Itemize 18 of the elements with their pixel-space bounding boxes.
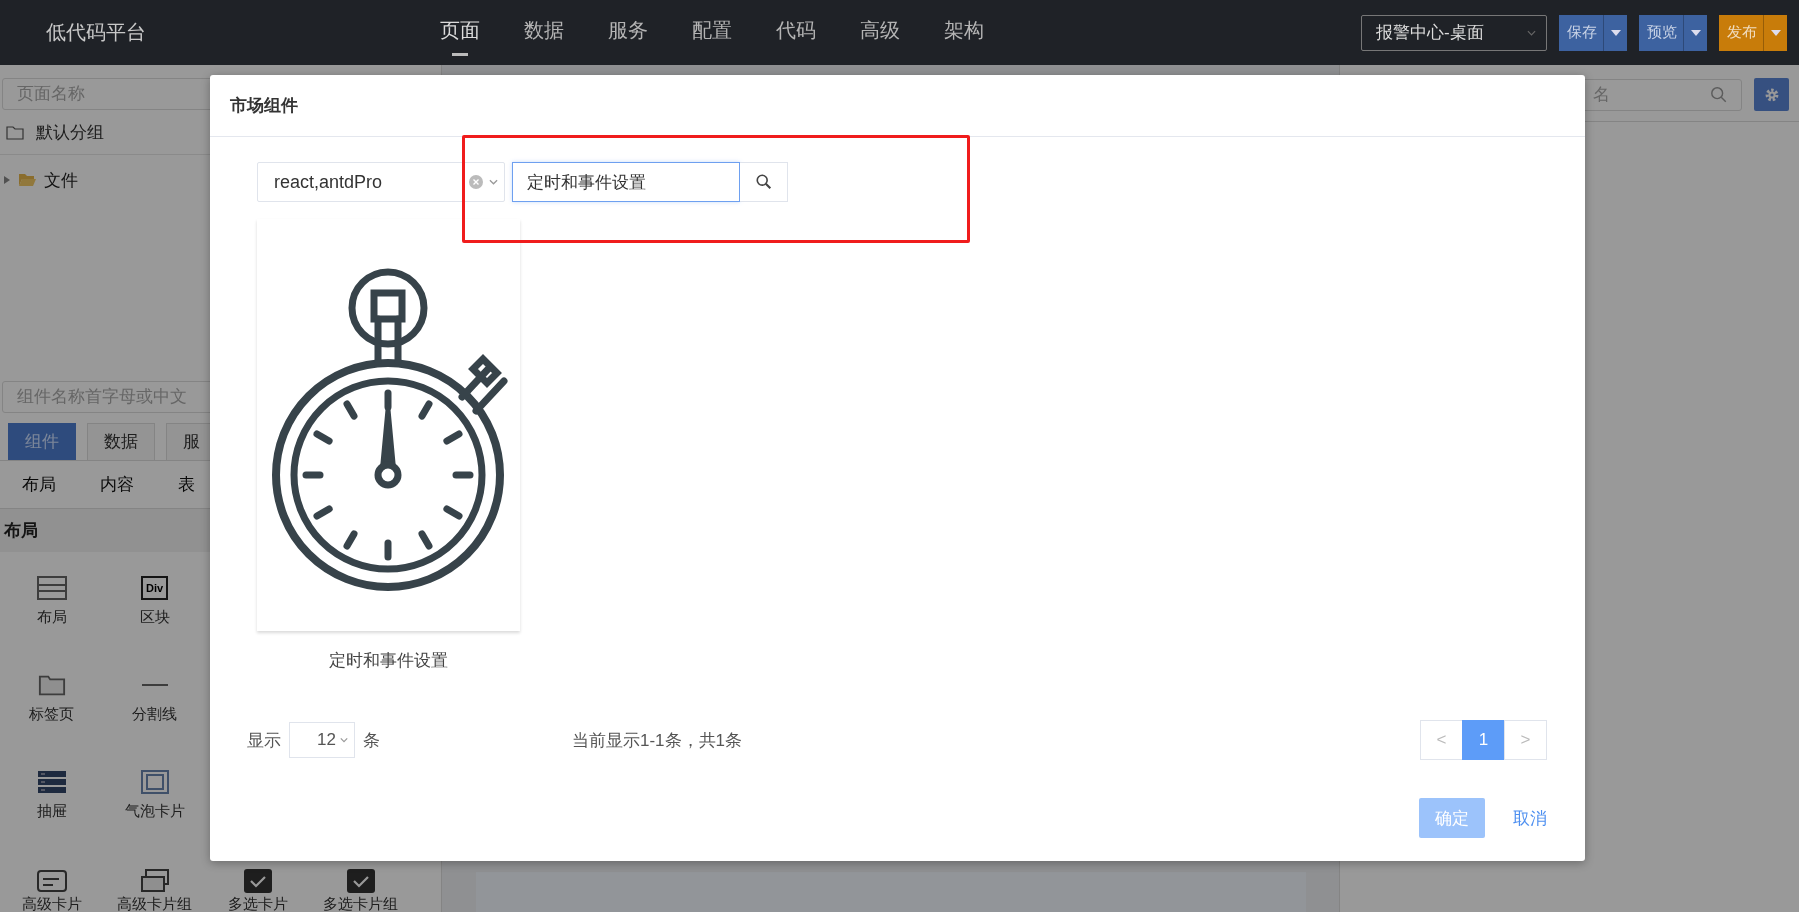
page-size-unit: 条 — [363, 729, 380, 752]
component-label: 高级卡片组 — [117, 895, 192, 912]
page-size-label: 显示 — [247, 729, 281, 752]
result-summary: 当前显示1-1条，共1条 — [572, 729, 744, 752]
component-label: 分割线 — [132, 705, 177, 724]
card-title: 定时和事件设置 — [329, 650, 448, 672]
component-label: 高级卡片 — [21, 895, 82, 912]
dialog-title: 市场组件 — [230, 95, 298, 117]
div-icon: Div — [140, 576, 169, 600]
component-label: 多选卡片 — [227, 895, 288, 912]
app-title: 低代码平台 — [46, 20, 147, 45]
component-label: 布局 — [36, 608, 67, 627]
component-label: 抽屉 — [36, 802, 67, 821]
group-label: 默认分组 — [36, 122, 104, 145]
component-label: 标签页 — [29, 705, 74, 724]
component-label: 多选卡片组 — [323, 895, 398, 912]
component-label: 区块 — [139, 608, 170, 627]
component-label: 气泡卡片 — [124, 802, 185, 821]
